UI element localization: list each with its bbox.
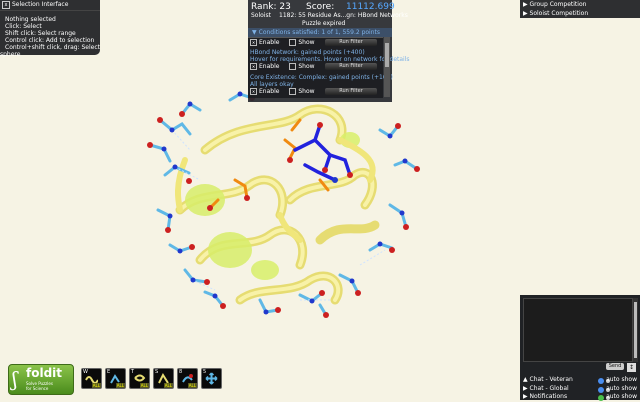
puzzle-status: Puzzle expired	[302, 20, 346, 27]
show-label: Show	[298, 39, 315, 46]
chat-scrollbar[interactable]	[633, 298, 638, 362]
all-badge: ALL	[91, 383, 101, 388]
show-label: Show	[298, 88, 315, 95]
selection-help-line: Control click: Add to selection	[5, 37, 95, 44]
selection-help-line: Click: Select	[5, 23, 42, 30]
logo-word: foldit	[26, 366, 63, 380]
collapse-triangle-icon[interactable]: ▼	[248, 29, 259, 36]
enable-label: Enable	[259, 88, 280, 95]
run-filter-button[interactable]: Run Filter	[325, 63, 377, 70]
selection-help-line: Shift click: Select range	[5, 30, 76, 37]
group-competition-item[interactable]: ▶ Group Competition	[523, 0, 586, 9]
soloist-competition-item[interactable]: ▶ Soloist Competition	[523, 9, 588, 18]
selection-help-line: Nothing selected	[5, 16, 56, 23]
filter-scrollbar[interactable]	[384, 37, 390, 97]
filter-hbond-title: HBond Network: gained points (+400)	[250, 49, 365, 56]
selection-interface-header: x Selection Interface	[0, 0, 100, 11]
puzzle-name: 1182: 55 Residue As...gn: HBond Networks	[279, 12, 408, 19]
run-filter-button[interactable]: Run Filter	[325, 39, 377, 46]
rebuild-tool-button[interactable]: 8 ALL	[177, 368, 198, 389]
auto-show-label: auto show	[606, 376, 637, 383]
all-badge: ALL	[139, 383, 149, 388]
show-checkbox[interactable]	[289, 63, 297, 70]
filter-controls: ✕ Enable Show Run Filter	[250, 88, 383, 96]
foldit-figure-icon: ʃ	[12, 367, 18, 391]
chat-panel: Send ↕ ▲ Chat - Veteran auto show ▶ Chat…	[520, 295, 640, 401]
filter-list: ✕ Enable Show Run Filter HBond Network: g…	[248, 37, 410, 98]
channel-label: Chat - Global	[529, 385, 569, 392]
competition-label: Group Competition	[529, 1, 587, 8]
all-badge: ALL	[163, 383, 173, 388]
all-badge: ALL	[187, 383, 197, 388]
logo-tagline-line2: for Science	[26, 386, 49, 391]
channel-label: Chat - Veteran	[529, 376, 573, 383]
conditions-bar[interactable]: ▼ Conditions satisfied: 1 of 1, 559.2 poi…	[248, 28, 392, 45]
enable-label: Enable	[259, 39, 280, 46]
selection-interface-panel: x Selection Interface Nothing selected Cl…	[0, 0, 100, 58]
close-icon[interactable]: x	[2, 0, 10, 9]
tweak-tool-button[interactable]: T ALL	[129, 368, 150, 389]
wiggle-tool-button[interactable]: W ALL	[81, 368, 102, 389]
channel-label: Notifications	[529, 393, 568, 400]
enable-checkbox[interactable]: ✕	[250, 39, 257, 46]
show-checkbox[interactable]	[289, 88, 297, 95]
filter-controls: ✕ Enable Show Run Filter	[250, 63, 383, 71]
selection-help-text: Nothing selected Click: Select Shift cli…	[0, 11, 100, 58]
score-panel: Rank: 23 Score: 11112.699 Soloist 1182: …	[248, 0, 410, 102]
game-mode: Soloist	[251, 12, 271, 19]
selection-help-line: sphere	[0, 51, 21, 58]
run-filter-button[interactable]: Run Filter	[325, 88, 377, 95]
show-label: Show	[298, 63, 315, 70]
competition-label: Soloist Competition	[529, 10, 589, 17]
channel-veteran[interactable]: ▲ Chat - Veteran auto show	[523, 375, 639, 384]
score-label: Score:	[306, 2, 335, 12]
enable-checkbox[interactable]: ✕	[250, 63, 257, 70]
chat-log[interactable]	[523, 298, 633, 362]
competition-panel: ▶ Group Competition ▶ Soloist Competitio…	[520, 0, 640, 18]
show-checkbox[interactable]	[289, 39, 297, 46]
selection-help-line: Control+shift click, drag: Select	[5, 44, 100, 51]
enable-checkbox[interactable]: ✕	[250, 88, 257, 95]
wiggle-sidechains-tool-button[interactable]: E ALL	[105, 368, 126, 389]
filter-controls: ✕ Enable Show Run Filter	[250, 39, 383, 47]
shake-tool-button[interactable]: S ALL	[153, 368, 174, 389]
move-tool-button[interactable]: 5	[201, 368, 222, 389]
rank-label: Rank: 23	[251, 2, 291, 12]
chat-toggle-icon[interactable]: ↕	[627, 363, 636, 372]
all-badge: ALL	[115, 383, 125, 388]
scrollbar-thumb[interactable]	[634, 302, 637, 358]
protein-backbone	[175, 104, 380, 305]
move-icon	[205, 372, 218, 385]
filter-core-status: All layers okay	[250, 81, 294, 88]
foldit-logo[interactable]: ʃ foldit Solve Puzzles for Science	[8, 364, 74, 395]
filter-core-title: Core Existence: Complex: gained points (…	[250, 74, 393, 81]
score-value: 11112.699	[346, 2, 395, 12]
selection-interface-title: Selection Interface	[12, 1, 69, 8]
info-icon	[598, 377, 604, 384]
scrollbar-thumb[interactable]	[385, 43, 389, 67]
send-button[interactable]: Send	[606, 363, 624, 370]
enable-label: Enable	[259, 63, 280, 70]
logo-tagline: Solve Puzzles for Science	[26, 381, 53, 391]
